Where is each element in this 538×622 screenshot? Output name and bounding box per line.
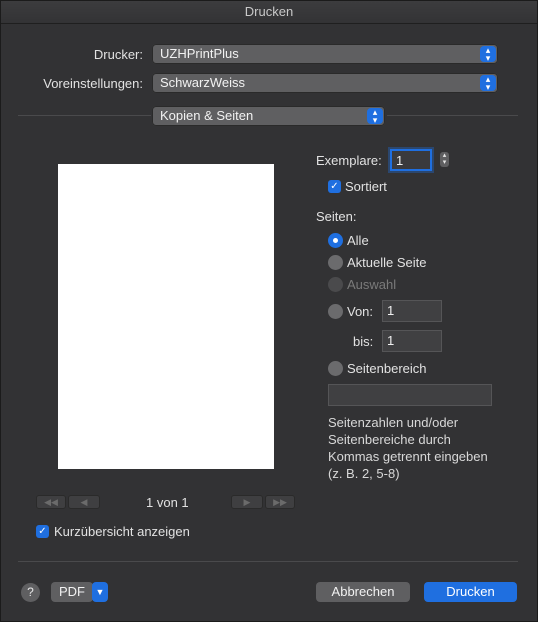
previous-page-button[interactable]: ◀	[68, 495, 100, 509]
next-page-button[interactable]: ▶	[231, 495, 263, 509]
pages-label: Seiten:	[316, 209, 357, 224]
print-dialog: Drucken Drucker: UZHPrintPlus ▴ ▾ Voreins…	[0, 0, 538, 622]
pages-all-radio[interactable]	[328, 233, 343, 248]
chevron-updown-icon: ▴ ▾	[480, 46, 496, 63]
collate-label: Sortiert	[345, 179, 387, 194]
page-indicator: 1 von 1	[146, 495, 189, 510]
printer-label: Drucker:	[93, 47, 143, 62]
chevron-updown-icon: ▴ ▾	[367, 108, 383, 125]
copies-label: Exemplare:	[316, 153, 382, 168]
pages-selection-radio	[328, 277, 343, 292]
separator	[18, 115, 151, 116]
pages-range-label: Seitenbereich	[347, 361, 427, 376]
print-button[interactable]: Drucken	[424, 582, 517, 602]
cancel-button[interactable]: Abbrechen	[316, 582, 410, 602]
section-value: Kopien & Seiten	[160, 108, 254, 123]
presets-label: Voreinstellungen:	[43, 76, 143, 91]
collate-checkbox[interactable]: ✓	[328, 180, 341, 193]
presets-select[interactable]: SchwarzWeiss ▴ ▾	[152, 73, 498, 93]
show-details-checkbox[interactable]: ✓	[36, 525, 49, 538]
pages-selection-label: Auswahl	[347, 277, 397, 292]
printer-select[interactable]: UZHPrintPlus ▴ ▾	[152, 44, 498, 64]
show-details-label: Kurzübersicht anzeigen	[54, 524, 190, 539]
pages-range-hint: Seitenzahlen und/oder Seitenbereiche dur…	[328, 415, 488, 481]
chevron-updown-icon: ▴ ▾	[480, 75, 496, 92]
section-select[interactable]: Kopien & Seiten ▴ ▾	[152, 106, 385, 126]
pages-to-label: bis:	[353, 334, 374, 349]
pdf-button[interactable]: PDF	[51, 582, 93, 602]
help-button[interactable]: ?	[21, 583, 40, 602]
first-page-button[interactable]: ◀◀	[36, 495, 66, 509]
printer-value: UZHPrintPlus	[160, 46, 239, 61]
pages-all-label: Alle	[347, 233, 369, 248]
presets-value: SchwarzWeiss	[160, 75, 246, 90]
pages-to-input[interactable]: 1	[382, 330, 442, 352]
separator	[387, 115, 518, 116]
footer-separator	[18, 561, 518, 562]
pages-from-label: Von:	[347, 304, 374, 319]
pages-range-input[interactable]	[328, 384, 492, 406]
pdf-menu-chevron-icon[interactable]: ▼	[92, 582, 108, 602]
pages-from-input[interactable]: 1	[382, 300, 442, 322]
pages-range-radio[interactable]	[328, 361, 343, 376]
copies-input[interactable]: 1	[390, 149, 432, 171]
pages-current-radio[interactable]	[328, 255, 343, 270]
copies-stepper[interactable]: ▴ ▾	[440, 152, 449, 167]
window-title: Drucken	[1, 1, 537, 24]
pages-from-radio[interactable]	[328, 304, 343, 319]
pages-current-label: Aktuelle Seite	[347, 255, 427, 270]
last-page-button[interactable]: ▶▶	[265, 495, 295, 509]
page-preview	[58, 164, 274, 469]
